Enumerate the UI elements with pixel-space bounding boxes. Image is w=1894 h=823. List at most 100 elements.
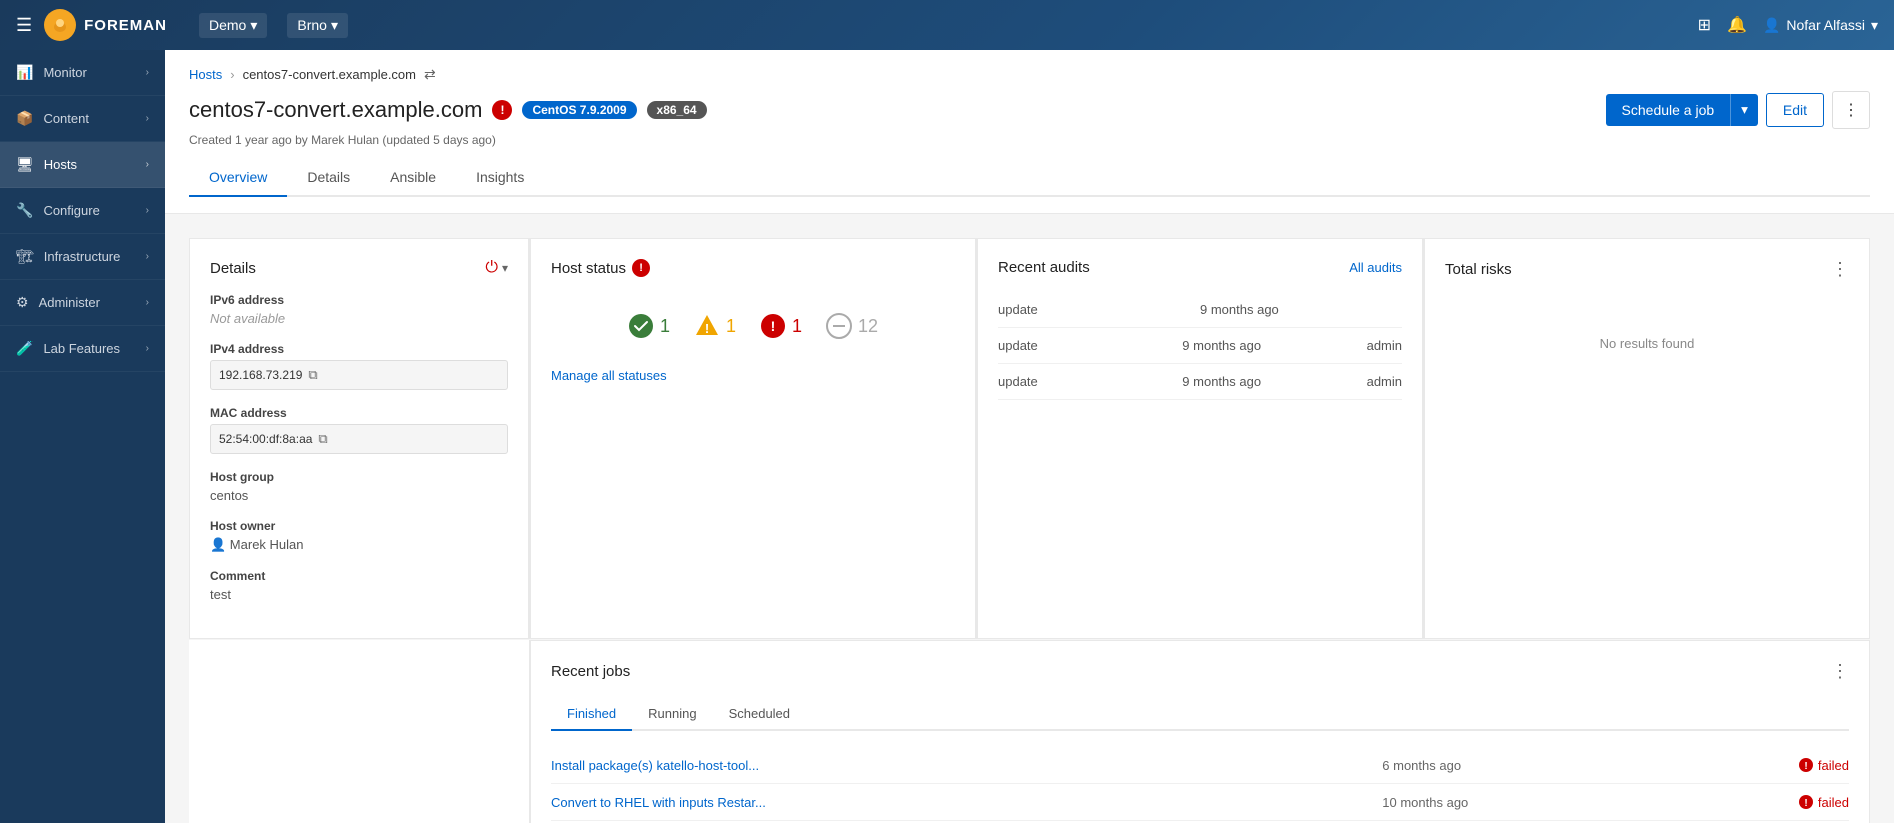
power-icon[interactable]: ⏻: [485, 259, 498, 277]
bell-icon[interactable]: 🔔: [1727, 15, 1747, 35]
menu-icon[interactable]: ☰: [16, 15, 32, 36]
job-rows: Install package(s) katello-host-tool... …: [551, 747, 1849, 823]
main-content: Hosts › centos7-convert.example.com ⇄ ce…: [165, 50, 1894, 823]
sidebar-item-label: Monitor: [43, 65, 86, 80]
lab-icon: 🧪: [16, 340, 33, 357]
details-card-title: Details: [210, 260, 256, 277]
job-row: Install package(s) katello-host-tool... …: [551, 747, 1849, 784]
jobs-menu-icon[interactable]: ⋮: [1831, 661, 1849, 682]
user-arrow-icon: ▾: [1871, 17, 1878, 34]
breadcrumb-separator: ›: [230, 67, 234, 82]
chevron-icon: ›: [146, 343, 149, 354]
ipv4-field: IPv4 address 192.168.73.219 ⧉: [210, 342, 508, 390]
failed-icon: !: [1798, 757, 1814, 773]
job-status: ! failed: [1798, 794, 1849, 810]
risks-menu-icon[interactable]: ⋮: [1831, 259, 1849, 280]
grid-icon[interactable]: ⊞: [1698, 15, 1711, 35]
user-name: Nofar Alfassi: [1786, 17, 1865, 33]
sidebar-item-label: Content: [43, 111, 89, 126]
schedule-job-button[interactable]: Schedule a job: [1606, 94, 1731, 126]
sidebar-item-hosts[interactable]: 🖥 Hosts ›: [0, 142, 165, 188]
job-row: Convert to RHEL with inputs Restar... 10…: [551, 784, 1849, 821]
user-owner-icon: 👤: [210, 537, 226, 552]
no-results-text: No results found: [1445, 296, 1849, 391]
total-risks-card: Total risks ⋮ No results found: [1424, 238, 1870, 639]
comment-field: Comment test: [210, 569, 508, 602]
status-warn: ! 1: [694, 313, 736, 339]
mac-value: 52:54:00:df:8a:aa: [219, 432, 312, 446]
chevron-icon: ›: [146, 113, 149, 124]
sidebar-item-monitor[interactable]: 📊 Monitor ›: [0, 50, 165, 96]
schedule-job-dropdown[interactable]: ▾: [1730, 94, 1758, 126]
page-header: Hosts › centos7-convert.example.com ⇄ ce…: [165, 50, 1894, 214]
all-audits-link[interactable]: All audits: [1349, 260, 1402, 275]
location-label: Brno: [297, 17, 327, 33]
mac-field: MAC address 52:54:00:df:8a:aa ⧉: [210, 406, 508, 454]
env-selector[interactable]: Demo ▾: [199, 13, 267, 38]
audits-title: Recent audits: [998, 259, 1090, 276]
user-menu[interactable]: 👤 Nofar Alfassi ▾: [1763, 17, 1878, 34]
recent-audits-card: Recent audits All audits update 9 months…: [977, 238, 1423, 639]
job-name[interactable]: Convert to RHEL with inputs Restar...: [551, 795, 1382, 810]
job-name[interactable]: Install package(s) katello-host-tool...: [551, 758, 1382, 773]
audit-rows: update 9 months ago update 9 months ago …: [998, 292, 1402, 400]
disabled-circle-icon: [826, 313, 852, 339]
host-status-card: Host status ! 1 ! 1: [530, 238, 976, 639]
sidebar-item-lab[interactable]: 🧪 Lab Features ›: [0, 326, 165, 372]
breadcrumb-hosts-link[interactable]: Hosts: [189, 67, 222, 82]
error-count: 1: [792, 316, 802, 337]
audit-row: update 9 months ago: [998, 292, 1402, 328]
sidebar-item-administer[interactable]: ⚙ Administer ›: [0, 280, 165, 326]
jobs-tab-running[interactable]: Running: [632, 698, 712, 731]
location-selector[interactable]: Brno ▾: [287, 13, 348, 38]
sidebar-item-configure[interactable]: 🔧 Configure ›: [0, 188, 165, 234]
audit-row: update 9 months ago admin: [998, 364, 1402, 400]
svg-text:!: !: [1804, 798, 1807, 809]
jobs-tab-scheduled[interactable]: Scheduled: [713, 698, 806, 731]
tab-insights[interactable]: Insights: [456, 159, 544, 197]
host-status-title: Host status: [551, 260, 626, 277]
job-status: ! failed: [1798, 757, 1849, 773]
chevron-icon: ›: [146, 205, 149, 216]
tab-ansible[interactable]: Ansible: [370, 159, 456, 197]
more-options-button[interactable]: ⋮: [1832, 91, 1870, 129]
tab-overview[interactable]: Overview: [189, 159, 287, 197]
env-label: Demo: [209, 17, 246, 33]
sidebar-item-label: Administer: [39, 295, 100, 310]
jobs-title: Recent jobs: [551, 663, 630, 680]
status-error: ! 1: [760, 313, 802, 339]
status-ok: 1: [628, 313, 670, 339]
status-warning-icon: !: [632, 259, 650, 277]
copy-mac-icon[interactable]: ⧉: [318, 431, 327, 447]
copy-ipv4-icon[interactable]: ⧉: [308, 367, 317, 383]
user-icon: 👤: [1763, 17, 1780, 34]
breadcrumb-current: centos7-convert.example.com: [243, 67, 416, 82]
svg-text:!: !: [705, 321, 709, 336]
chevron-icon: ›: [146, 159, 149, 170]
host-warning-icon[interactable]: !: [492, 100, 512, 120]
checkmark-circle-icon: [628, 313, 654, 339]
host-meta: Created 1 year ago by Marek Hulan (updat…: [189, 133, 1870, 147]
host-title: centos7-convert.example.com: [189, 97, 482, 123]
power-dropdown-icon[interactable]: ▾: [502, 261, 508, 275]
failed-icon: !: [1798, 794, 1814, 810]
manage-statuses-link[interactable]: Manage all statuses: [551, 368, 667, 383]
sidebar-item-label: Configure: [43, 203, 99, 218]
infrastructure-icon: 🏗: [16, 248, 34, 265]
sidebar-item-label: Hosts: [44, 157, 77, 172]
sidebar: 📊 Monitor › 📦 Content › 🖥 Hosts › 🔧 Conf…: [0, 50, 165, 823]
administer-icon: ⚙: [16, 294, 29, 311]
ipv6-field: IPv6 address Not available: [210, 293, 508, 326]
swap-icon[interactable]: ⇄: [424, 66, 436, 83]
sidebar-item-infrastructure[interactable]: 🏗 Infrastructure ›: [0, 234, 165, 280]
jobs-tab-finished[interactable]: Finished: [551, 698, 632, 731]
tab-details[interactable]: Details: [287, 159, 370, 197]
warn-count: 1: [726, 316, 736, 337]
env-arrow-icon: ▾: [250, 17, 257, 34]
details-card-bottom: [189, 640, 529, 823]
sidebar-item-content[interactable]: 📦 Content ›: [0, 96, 165, 142]
hostowner-field: Host owner 👤 Marek Hulan: [210, 519, 508, 553]
error-circle-icon: !: [760, 313, 786, 339]
job-time: 10 months ago: [1382, 795, 1798, 810]
edit-button[interactable]: Edit: [1766, 93, 1824, 127]
